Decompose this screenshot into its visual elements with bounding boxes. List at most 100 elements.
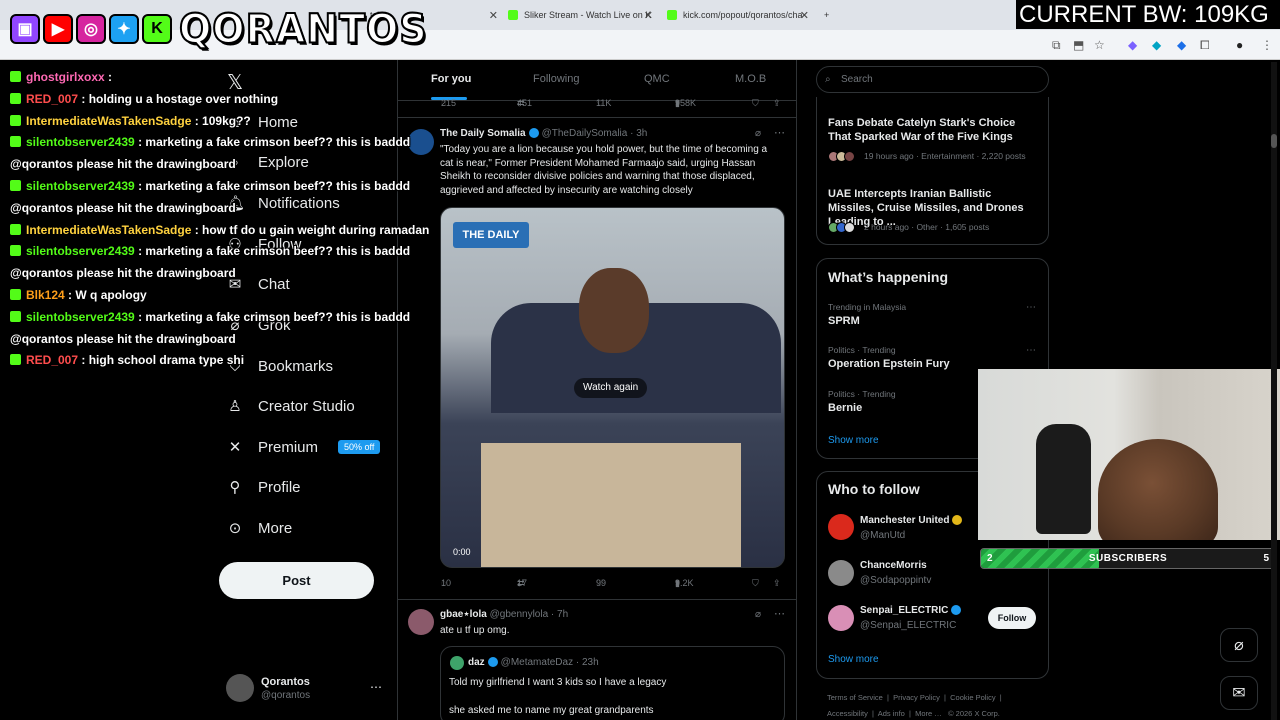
share-icon[interactable]: ⇪: [773, 578, 781, 589]
chat-username[interactable]: ghostgirlxoxx: [26, 70, 105, 84]
share-icon[interactable]: ⇪: [773, 98, 781, 109]
chat-username[interactable]: silentobserver2439: [26, 244, 135, 258]
post-button[interactable]: Post: [219, 562, 374, 599]
bolt-icon: ♙: [228, 397, 242, 415]
tweet-handle[interactable]: @TheDailySomalia: [542, 128, 628, 139]
chat-username[interactable]: RED_007: [26, 353, 78, 367]
browser-tab[interactable]: Sliker Stream - Watch Live on K ✕: [508, 4, 653, 26]
chat-username[interactable]: RED_007: [26, 92, 78, 106]
grok-icon[interactable]: ⌀: [755, 609, 761, 620]
account-avatar[interactable]: [828, 560, 854, 586]
trend-name[interactable]: Operation Epstein Fury: [828, 357, 950, 371]
chat-message: RED_007 : high school drama type shi: [10, 353, 244, 367]
watch-again-button[interactable]: Watch again: [574, 378, 648, 398]
account-avatar[interactable]: [828, 514, 854, 540]
chat-badge-icon: [10, 310, 21, 322]
tweet-time[interactable]: 3h: [636, 128, 647, 139]
new-tab-button[interactable]: +: [824, 4, 836, 26]
browser-tab[interactable]: kick.com/popout/qorantos/cha ✕: [667, 4, 809, 26]
close-tab-icon[interactable]: ✕: [800, 9, 809, 22]
dot-separator: ·: [573, 657, 582, 668]
accessibility-link[interactable]: Accessibility: [827, 709, 868, 718]
tweet-time[interactable]: 7h: [557, 609, 568, 620]
chat-username[interactable]: IntermediateWasTakenSadge: [26, 114, 191, 128]
tab-following[interactable]: Following: [533, 73, 579, 85]
more-icon[interactable]: ⋯: [774, 126, 785, 139]
sidebar-item-more[interactable]: ⊙ More: [226, 517, 292, 539]
star-icon[interactable]: ☆: [1094, 38, 1105, 52]
webcam-streamer: [1098, 439, 1218, 540]
more-icon: ⋯: [370, 680, 382, 694]
tab-qmc[interactable]: QMC: [644, 73, 670, 85]
mail-icon[interactable]: ✉: [1220, 676, 1258, 710]
show-more-link[interactable]: Show more: [828, 654, 879, 665]
grok-icon[interactable]: ⌀: [755, 128, 761, 139]
search-input[interactable]: ⌕ Search: [816, 66, 1049, 93]
sidebar-item-creator-studio[interactable]: ♙ Creator Studio: [226, 395, 354, 417]
puzzle-icon[interactable]: ⧠: [1200, 38, 1210, 53]
extension-icon[interactable]: ◆: [1177, 38, 1186, 52]
more-icon[interactable]: ⋯: [774, 607, 785, 620]
avatar[interactable]: ●: [1236, 38, 1243, 52]
chat-username[interactable]: silentobserver2439: [26, 179, 135, 193]
terms-link[interactable]: Terms of Service: [827, 693, 883, 702]
sidebar-item-profile[interactable]: ⚲ Profile: [226, 476, 301, 498]
ads-info-link[interactable]: Ads info: [878, 709, 905, 718]
close-tab-icon[interactable]: ✕: [489, 9, 498, 22]
sidebar-item-explore[interactable]: ⌕ Explore: [226, 151, 309, 173]
account-switcher[interactable]: Qorantos @qorantos ⋯: [226, 674, 386, 706]
kick-favicon-icon: [508, 10, 518, 20]
install-icon[interactable]: ⬒: [1073, 38, 1084, 52]
scrollbar[interactable]: [1271, 62, 1277, 720]
sidebar-item-premium[interactable]: ✕ Premium 50% off: [226, 436, 381, 458]
more-icon[interactable]: ⋯: [1026, 345, 1036, 356]
news-avatars: [828, 220, 858, 234]
more-link[interactable]: More …: [915, 709, 942, 718]
tweet-author[interactable]: gbae⋆lola: [440, 609, 487, 620]
news-title[interactable]: Fans Debate Catelyn Stark's Choice That …: [828, 116, 1040, 144]
show-more-link[interactable]: Show more: [828, 435, 879, 446]
suggested-account[interactable]: Manchester United: [860, 515, 965, 526]
scrollbar-thumb[interactable]: [1271, 134, 1277, 148]
tab-mob[interactable]: M.O.B: [735, 73, 766, 85]
quoted-tweet[interactable]: daz @MetamateDaz · 23h Told my girlfriend…: [440, 646, 785, 720]
bookmark-icon[interactable]: ⛉: [752, 98, 759, 109]
tweet-avatar[interactable]: [408, 609, 434, 635]
cast-icon[interactable]: ⧉: [1052, 38, 1061, 53]
bookmark-icon[interactable]: ⛉: [752, 578, 759, 589]
twitter-bird-icon: ✦: [109, 14, 139, 44]
extension-icon[interactable]: ◆: [1128, 38, 1137, 52]
webcam-chair: [1036, 424, 1091, 534]
account-name: Manchester United: [860, 515, 950, 526]
search-icon: ⌕: [825, 74, 831, 85]
bodyweight-counter: CURRENT BW: 109KG: [1016, 0, 1280, 29]
privacy-link[interactable]: Privacy Policy: [893, 693, 940, 702]
suggested-account[interactable]: Senpai_ELECTRIC: [860, 605, 964, 616]
news-meta: 19 hours ago · Entertainment · 2,220 pos…: [864, 151, 1026, 161]
chat-username[interactable]: IntermediateWasTakenSadge: [26, 223, 191, 237]
trend-name[interactable]: Bernie: [828, 401, 862, 415]
chat-username[interactable]: silentobserver2439: [26, 310, 135, 324]
chat-text-continued: @qorantos please hit the drawingboard: [10, 266, 236, 281]
trend-context: Politics · Trending: [828, 389, 896, 399]
more-icon[interactable]: ⋯: [1026, 302, 1036, 313]
x-logo-icon[interactable]: 𝕏: [227, 70, 243, 94]
trend-name[interactable]: SPRM: [828, 314, 860, 328]
extension-icon[interactable]: ◆: [1152, 38, 1161, 52]
grok-icon[interactable]: ⌀: [1220, 628, 1258, 662]
tweet-author[interactable]: The Daily Somalia: [440, 128, 526, 139]
cookie-link[interactable]: Cookie Policy: [950, 693, 995, 702]
chat-message: silentobserver2439 : marketing a fake cr…: [10, 135, 410, 149]
chat-username[interactable]: Blk124: [26, 288, 65, 302]
chat-username[interactable]: silentobserver2439: [26, 135, 135, 149]
tab-for-you[interactable]: For you: [431, 73, 471, 85]
menu-icon[interactable]: ⋮: [1261, 38, 1273, 52]
suggested-account[interactable]: ChanceMorris: [860, 560, 927, 571]
sidebar-item-notifications[interactable]: 🔔︎ Notifications: [226, 192, 340, 214]
close-tab-icon[interactable]: ✕: [644, 9, 653, 22]
tweet-handle[interactable]: @gbennylola: [490, 609, 549, 620]
tweet-avatar[interactable]: [408, 129, 434, 155]
chat-text-continued: @qorantos please hit the drawingboard: [10, 200, 236, 215]
account-avatar[interactable]: [828, 605, 854, 631]
follow-button[interactable]: Follow: [988, 607, 1036, 629]
